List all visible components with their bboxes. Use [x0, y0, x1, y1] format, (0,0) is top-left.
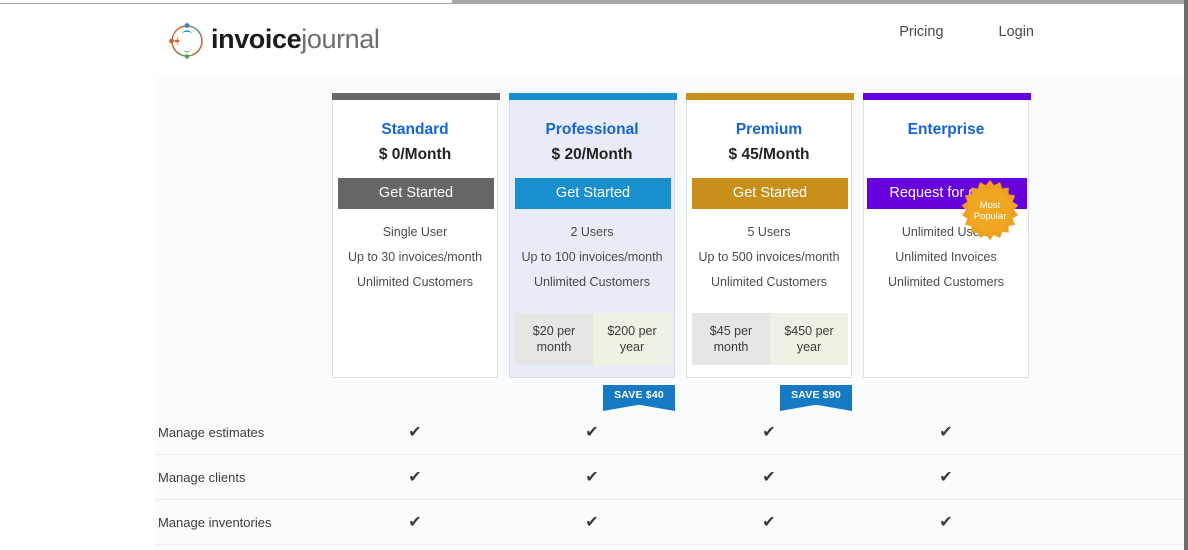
table-row: Manage inventories ✔ ✔ ✔ ✔	[155, 500, 1184, 545]
feature-label: Manage clients	[158, 470, 246, 485]
plan-feature: 5 Users	[747, 225, 791, 239]
feature-cell-professional: ✔	[509, 455, 675, 500]
plan-price: $ 45/Month	[728, 146, 810, 163]
feature-cell-premium: ✔	[686, 410, 852, 455]
page-viewport: invoicejournal Pricing Login Standard $ …	[0, 0, 1188, 550]
save-ribbon-professional: SAVE $40	[603, 385, 675, 411]
feature-label: Manage estimates	[158, 425, 265, 440]
plan-title: Enterprise	[907, 121, 985, 138]
check-icon: ✔	[408, 423, 422, 441]
check-icon: ✔	[585, 468, 599, 486]
browser-right-edge	[1184, 0, 1188, 550]
plan-feature: Up to 30 invoices/month	[347, 250, 483, 264]
plan-feature: Unlimited Invoices	[895, 250, 997, 264]
plan-cards: Standard $ 0/Month Get Started Single Us…	[332, 93, 1031, 411]
plan-card-professional[interactable]: Professional $ 20/Month Get Started 2 Us…	[509, 93, 677, 378]
feature-cell-standard: ✔	[332, 410, 498, 455]
plan-price: $ 0/Month	[378, 146, 452, 163]
plan-card-standard[interactable]: Standard $ 0/Month Get Started Single Us…	[332, 93, 500, 378]
site-logo[interactable]: invoicejournal	[165, 17, 380, 65]
most-popular-badge-icon: Most Popular	[959, 180, 1021, 242]
nav-item-pricing[interactable]: Pricing	[899, 24, 943, 40]
feature-cell-enterprise: ✔	[863, 500, 1029, 545]
check-icon: ✔	[762, 423, 776, 441]
plan-feature: Unlimited Customers	[710, 275, 827, 289]
plan-feature-list: 2 Users Up to 100 invoices/month Unlimit…	[510, 220, 674, 295]
feature-cell-standard: ✔	[332, 455, 498, 500]
save-ribbon-premium: SAVE $90	[780, 385, 852, 411]
logo-word-invoice: invoice	[211, 24, 302, 54]
billing-yearly-option[interactable]: $450 per year	[770, 313, 848, 365]
plan-accent-bar	[863, 93, 1031, 100]
billing-yearly-option[interactable]: $200 per year	[593, 313, 671, 365]
check-icon: ✔	[408, 468, 422, 486]
site-header: invoicejournal Pricing Login	[0, 4, 1184, 78]
feature-cell-professional: ✔	[509, 500, 675, 545]
plan-feature-list: Single User Up to 30 invoices/month Unli…	[333, 220, 497, 295]
plan-feature: Unlimited Customers	[887, 275, 1004, 289]
plan-feature-list: 5 Users Up to 500 invoices/month Unlimit…	[687, 220, 851, 295]
feature-cell-premium: ✔	[686, 500, 852, 545]
billing-monthly-option[interactable]: $45 per month	[692, 313, 770, 365]
check-icon: ✔	[408, 513, 422, 531]
plan-price: $ 20/Month	[551, 146, 633, 163]
invoicejournal-logo-icon	[165, 19, 209, 63]
check-icon: ✔	[762, 513, 776, 531]
plan-feature: Up to 100 invoices/month	[521, 250, 663, 264]
plan-cta-button[interactable]: Get Started	[515, 178, 671, 209]
plan-billing-options: $20 per month $200 per year	[515, 313, 671, 365]
check-icon: ✔	[585, 423, 599, 441]
browser-top-left-gap	[0, 0, 452, 3]
plan-card-premium[interactable]: Premium $ 45/Month Get Started 5 Users U…	[686, 93, 854, 378]
feature-cell-enterprise: ✔	[863, 455, 1029, 500]
logo-word-journal: journal	[301, 24, 380, 54]
plan-feature: Single User	[382, 225, 448, 239]
plan-feature: 2 Users	[570, 225, 614, 239]
plan-billing-options: $45 per month $450 per year	[692, 313, 848, 365]
table-row: Manage estimates ✔ ✔ ✔ ✔	[155, 410, 1184, 455]
feature-comparison-table: Manage estimates ✔ ✔ ✔ ✔ Manage clients …	[155, 410, 1184, 545]
check-icon: ✔	[939, 513, 953, 531]
plan-accent-bar	[509, 93, 677, 100]
plan-feature: Unlimited Customers	[356, 275, 473, 289]
check-icon: ✔	[762, 468, 776, 486]
check-icon: ✔	[939, 423, 953, 441]
plan-accent-bar	[332, 93, 500, 100]
plan-feature: Up to 500 invoices/month	[698, 250, 840, 264]
plan-title: Professional	[545, 121, 639, 138]
plan-title: Premium	[735, 121, 803, 138]
check-icon: ✔	[939, 468, 953, 486]
plan-accent-bar	[686, 93, 854, 100]
logo-wordmark: invoicejournal	[211, 26, 380, 56]
billing-monthly-option[interactable]: $20 per month	[515, 313, 593, 365]
plan-feature: Unlimited Customers	[533, 275, 650, 289]
check-icon: ✔	[585, 513, 599, 531]
feature-cell-standard: ✔	[332, 500, 498, 545]
plan-cta-button[interactable]: Get Started	[692, 178, 848, 209]
table-row: Manage clients ✔ ✔ ✔ ✔	[155, 455, 1184, 500]
plan-title: Standard	[381, 121, 449, 138]
feature-label: Manage inventories	[158, 515, 272, 530]
main-nav: Pricing Login	[899, 24, 1034, 40]
feature-cell-professional: ✔	[509, 410, 675, 455]
plan-cta-button[interactable]: Get Started	[338, 178, 494, 209]
nav-item-login[interactable]: Login	[999, 24, 1034, 40]
feature-cell-premium: ✔	[686, 455, 852, 500]
pricing-section: Standard $ 0/Month Get Started Single Us…	[155, 78, 1184, 550]
feature-cell-enterprise: ✔	[863, 410, 1029, 455]
